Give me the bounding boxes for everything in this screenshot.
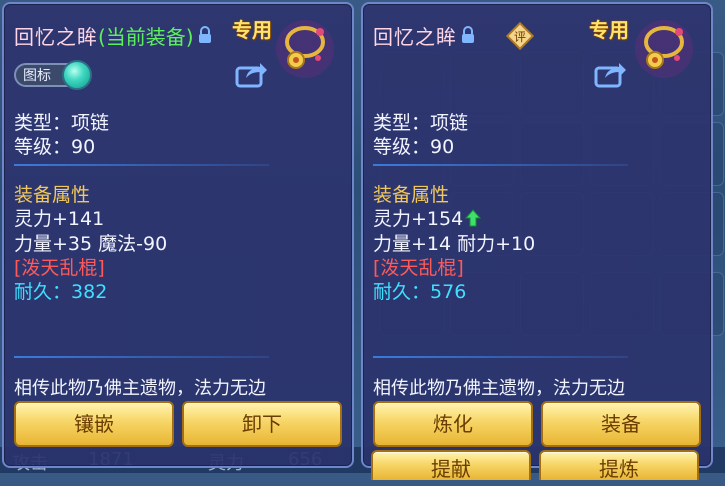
stat-strength-endurance: 力量+14 耐力+10 — [373, 233, 536, 255]
item-level: 等级：90 — [14, 136, 96, 158]
toggle-label: 图标 — [23, 68, 51, 84]
item-description: 相传此物乃佛主遗物，法力无边 — [14, 378, 266, 399]
share-icon[interactable] — [234, 60, 268, 88]
section-title: 装备属性 — [14, 184, 91, 206]
necklace-icon — [635, 20, 693, 78]
up-arrow-icon — [465, 209, 482, 227]
equipped-item-tooltip: 回忆之眸 (当前装备) 专用 图标 类型：项链 等级：90 装备属性 灵力+14… — [2, 2, 354, 468]
equip-button[interactable]: 装备 — [541, 401, 701, 447]
item-description: 相传此物乃佛主遗物，法力无边 — [373, 378, 625, 399]
durability: 耐久：576 — [373, 277, 466, 304]
stat-strength-magic: 力量+35 魔法-90 — [14, 233, 168, 255]
item-type: 类型：项链 — [14, 112, 110, 134]
lock-icon — [462, 26, 474, 43]
refine-button[interactable]: 炼化 — [373, 401, 533, 447]
divider — [373, 164, 628, 166]
stat-spirit: 灵力+154 — [373, 208, 464, 230]
compare-item-tooltip: 回忆之眸 评 专用 类型：项链 等级：90 装备属性 灵力+154 力量+14 … — [361, 2, 713, 468]
share-icon[interactable] — [593, 60, 627, 88]
evaluate-icon-text: 评 — [513, 29, 526, 44]
inlay-button[interactable]: 镶嵌 — [14, 401, 174, 447]
necklace-icon — [276, 20, 334, 78]
item-title: 回忆之眸 — [373, 20, 475, 50]
divider — [373, 356, 628, 358]
offer-button[interactable]: 提献 — [371, 450, 531, 481]
extract-button[interactable]: 提炼 — [539, 450, 699, 481]
lock-icon — [198, 26, 211, 43]
durability-label: 耐久： — [373, 281, 431, 303]
stat-spirit: 灵力+141 — [14, 208, 105, 230]
divider — [14, 164, 269, 166]
equipped-tag: (当前装备) — [98, 24, 194, 49]
item-title: 回忆之眸 (当前装备) — [14, 20, 212, 50]
durability: 耐久：382 — [14, 277, 107, 304]
exclusive-tag: 专用 — [589, 18, 629, 42]
unequip-button[interactable]: 卸下 — [182, 401, 342, 447]
section-title: 装备属性 — [373, 184, 450, 206]
special-skill: [泼天乱棍] — [373, 257, 464, 279]
divider — [14, 356, 269, 358]
durability-value: 576 — [430, 281, 467, 303]
item-type: 类型：项链 — [373, 112, 469, 134]
item-level: 等级：90 — [373, 136, 455, 158]
item-name: 回忆之眸 — [373, 24, 457, 49]
special-skill: [泼天乱棍] — [14, 257, 105, 279]
toggle-knob — [62, 60, 92, 90]
evaluate-icon[interactable]: 评 — [506, 22, 534, 50]
durability-value: 382 — [71, 281, 108, 303]
durability-label: 耐久： — [14, 281, 72, 303]
item-name: 回忆之眸 — [14, 24, 98, 49]
stat-spirit-line: 灵力+154 — [373, 204, 482, 231]
icon-toggle[interactable]: 图标 — [14, 60, 94, 90]
exclusive-tag: 专用 — [232, 18, 272, 42]
